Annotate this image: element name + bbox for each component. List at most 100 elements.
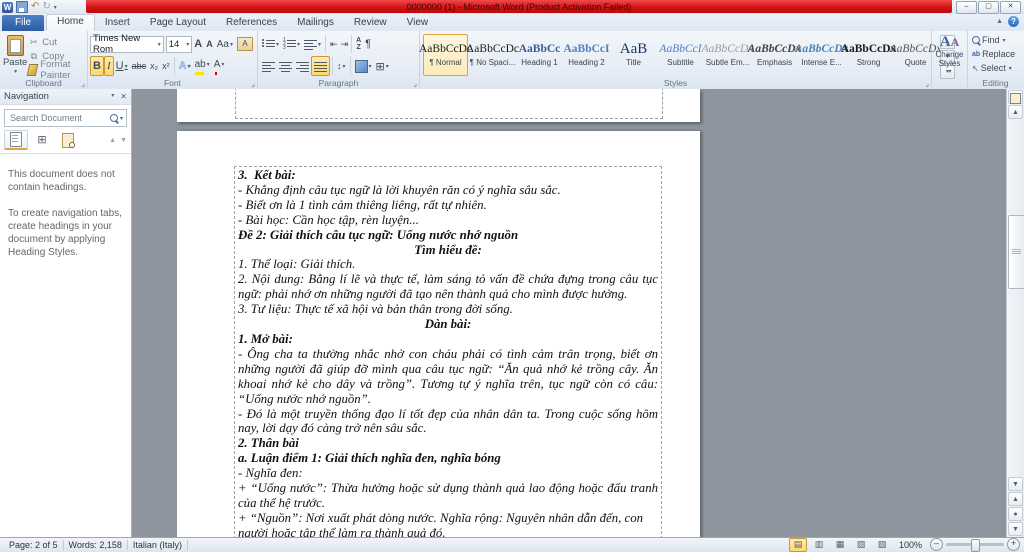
vertical-scrollbar[interactable]: ▲ ▼ ▲ ● ▼ xyxy=(1006,89,1024,537)
paragraph-dialog-launcher[interactable]: ⌟ xyxy=(413,79,417,88)
document-line[interactable]: a. Luận điểm 1: Giải thích nghĩa đen, ng… xyxy=(238,451,658,466)
browse-headings-tab[interactable] xyxy=(4,130,28,150)
ruler-toggle-button[interactable] xyxy=(1008,90,1023,104)
style-item[interactable]: AaBbCcDc ¶ No Spaci... xyxy=(466,34,519,76)
zoom-slider[interactable] xyxy=(946,539,1004,552)
browse-pages-tab[interactable]: ⊞ xyxy=(30,131,54,150)
web-layout-view-button[interactable]: ▦ xyxy=(831,538,849,552)
style-item[interactable]: AaBbCcDx Subtle Em... xyxy=(702,34,754,76)
document-line[interactable]: - Khẳng định câu tục ngữ là lời khuyên r… xyxy=(238,183,658,198)
zoom-level-indicator[interactable]: 100% xyxy=(894,540,927,550)
document-line[interactable]: + “Nguồn”: Nơi xuất phát dòng nước. Nghĩ… xyxy=(238,511,658,537)
style-item[interactable]: AaBbCcDx Strong xyxy=(841,34,897,76)
find-button[interactable]: Find ▾ xyxy=(970,33,1021,47)
shading-button[interactable]: ▾ xyxy=(353,56,374,76)
navigation-pane-menu-icon[interactable]: ▾ xyxy=(111,92,114,101)
previous-result-icon[interactable]: ▲ xyxy=(109,137,116,144)
document-line[interactable]: 3. Tư liệu: Thực tế xã hội và bản thân t… xyxy=(238,302,658,317)
navigation-pane-close-icon[interactable]: ✕ xyxy=(120,92,127,101)
align-right-button[interactable] xyxy=(294,56,311,76)
page-2[interactable]: 3. Kết bài: - Khẳng định câu tục ngữ là … xyxy=(177,131,700,537)
search-options-dropdown-icon[interactable]: ▾ xyxy=(120,115,123,122)
document-line[interactable]: - Đó là một truyền thống đạo lí tốt đẹp … xyxy=(238,407,658,437)
zoom-slider-thumb[interactable] xyxy=(971,539,980,552)
font-dialog-launcher[interactable]: ⌟ xyxy=(251,79,255,88)
text-highlight-button[interactable]: ab ▾ xyxy=(193,56,212,76)
font-size-dropdown-icon[interactable]: ▾ xyxy=(186,41,189,48)
style-item[interactable]: AaBbCcDc ¶ Normal xyxy=(419,34,472,76)
numbering-button[interactable]: 1 2 3 ▾ xyxy=(281,34,302,54)
document-line[interactable]: 2. Thân bài xyxy=(238,436,658,451)
styles-dialog-launcher[interactable]: ⌟ xyxy=(925,79,929,88)
style-item[interactable]: AaBbCc Heading 1 xyxy=(517,34,562,76)
document-line[interactable]: - Ông cha ta thường nhắc nhở con cháu ph… xyxy=(238,347,658,407)
ribbon-tab[interactable]: Insert xyxy=(95,15,140,31)
document-line[interactable]: Dàn bài: xyxy=(238,317,658,332)
increase-indent-button[interactable]: ⇥ xyxy=(339,34,350,54)
replace-button[interactable]: ab Replace xyxy=(970,47,1021,61)
style-item[interactable]: AaBbCcDx Intense E... xyxy=(795,34,849,76)
text-effects-button[interactable]: A ▾ xyxy=(177,56,193,76)
close-button[interactable]: ✕ xyxy=(1000,1,1021,14)
multilevel-list-button[interactable]: ▾ xyxy=(302,34,323,54)
outline-view-button[interactable]: ▧ xyxy=(852,538,870,552)
select-browse-object-button[interactable]: ● xyxy=(1008,507,1023,521)
shrink-font-button[interactable]: A xyxy=(204,34,215,54)
document-line[interactable]: - Bài học: Cần học tập, rèn luyện... xyxy=(238,213,658,228)
ribbon-tab[interactable]: References xyxy=(216,15,287,31)
zoom-in-button[interactable]: + xyxy=(1007,538,1020,551)
zoom-out-button[interactable]: – xyxy=(930,538,943,551)
previous-page-button[interactable]: ▲ xyxy=(1008,492,1023,506)
font-size-combo[interactable]: 14 ▾ xyxy=(165,35,193,53)
font-color-button[interactable]: A ▾ xyxy=(212,56,227,76)
document-line[interactable]: - Nghĩa đen: xyxy=(238,466,658,481)
language-indicator[interactable]: Italian (Italy) xyxy=(128,540,187,550)
search-document-input[interactable]: ▾ xyxy=(4,109,127,127)
qat-customize-dropdown-icon[interactable]: ▾ xyxy=(54,4,57,11)
maximize-button[interactable]: ▢ xyxy=(978,1,999,14)
next-page-button[interactable]: ▼ xyxy=(1008,522,1023,536)
strikethrough-button[interactable]: abc xyxy=(130,56,149,76)
underline-button[interactable]: U ▾ xyxy=(114,56,130,76)
ribbon-tab[interactable]: View xyxy=(397,15,439,31)
ribbon-tab[interactable]: Home xyxy=(46,14,95,31)
paste-button[interactable]: Paste ▾ xyxy=(2,33,28,77)
cut-button[interactable]: ✂ Cut xyxy=(28,35,85,49)
bullets-button[interactable]: ▾ xyxy=(260,34,281,54)
decrease-indent-button[interactable]: ⇤ xyxy=(328,34,339,54)
word-count-indicator[interactable]: Words: 2,158 xyxy=(64,540,127,550)
align-center-button[interactable] xyxy=(277,56,294,76)
browse-results-tab[interactable] xyxy=(56,131,80,150)
search-icon[interactable] xyxy=(109,114,118,122)
next-result-icon[interactable]: ▼ xyxy=(120,137,127,144)
collapse-ribbon-icon[interactable]: ▲ xyxy=(996,18,1003,25)
clear-formatting-button[interactable]: A xyxy=(235,34,255,54)
grow-font-button[interactable]: A xyxy=(192,34,204,54)
paste-dropdown-icon[interactable]: ▾ xyxy=(14,68,17,75)
bold-button[interactable]: B xyxy=(90,56,104,76)
document-line[interactable]: Tìm hiểu đề: xyxy=(238,243,658,258)
document-line[interactable]: 1. Mở bài: xyxy=(238,332,658,347)
italic-button[interactable]: I xyxy=(103,56,114,76)
scroll-up-button[interactable]: ▲ xyxy=(1008,105,1023,119)
format-painter-button[interactable]: Format Painter xyxy=(26,59,85,81)
sort-button[interactable]: AZ xyxy=(354,34,363,54)
scroll-down-button[interactable]: ▼ xyxy=(1008,477,1023,491)
line-spacing-button[interactable]: ↕ ▾ xyxy=(335,56,348,76)
ribbon-tab[interactable]: File xyxy=(2,15,45,31)
document-line[interactable]: - Biết ơn là 1 tình cảm thiêng liêng, rấ… xyxy=(238,198,658,213)
print-layout-view-button[interactable]: ▤ xyxy=(788,537,807,552)
scrollbar-thumb[interactable] xyxy=(1008,215,1024,289)
document-line[interactable]: 1. Thể loại: Giải thích. xyxy=(238,257,658,272)
style-item[interactable]: AaBbCcDx Emphasis xyxy=(748,34,802,76)
style-item[interactable]: AaBbCcI Heading 2 xyxy=(564,34,610,76)
style-item[interactable]: AaB Title xyxy=(611,34,656,76)
document-line[interactable]: + “Uống nước”: Thừa hưởng hoặc sử dụng t… xyxy=(238,481,658,511)
ribbon-tab[interactable]: Mailings xyxy=(287,15,344,31)
document-line[interactable]: Đề 2: Giải thích câu tục ngữ: Uống nước … xyxy=(238,228,658,243)
ribbon-tab[interactable]: Review xyxy=(344,15,397,31)
change-styles-button[interactable]: AA Change Styles ▾ xyxy=(932,31,968,89)
undo-icon[interactable]: ↶ xyxy=(31,2,39,12)
select-button[interactable]: ↖ Select ▾ xyxy=(970,61,1021,75)
full-screen-reading-view-button[interactable]: ▥ xyxy=(810,538,828,552)
